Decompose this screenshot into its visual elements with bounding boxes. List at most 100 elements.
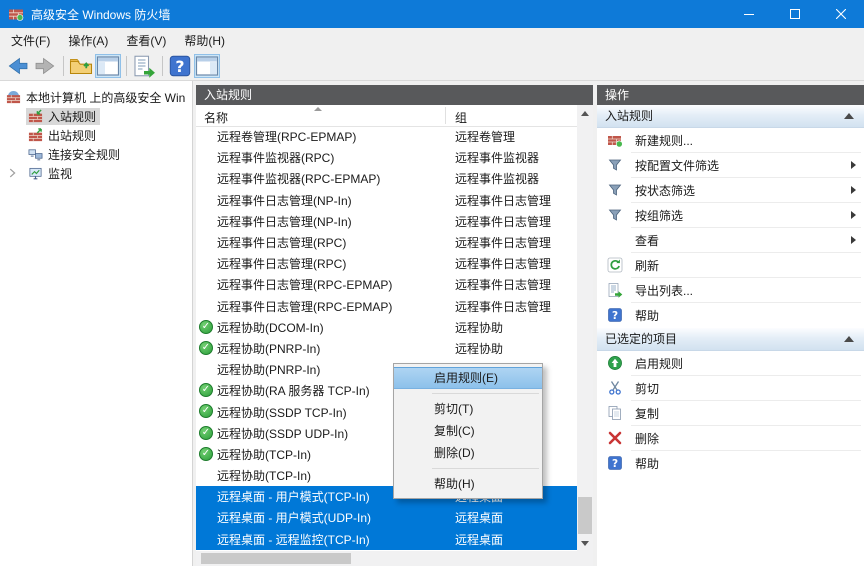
context-menu-item[interactable]: 复制(C) (394, 420, 542, 442)
back-button[interactable] (5, 54, 31, 78)
column-header-name[interactable]: 名称 (204, 109, 228, 126)
column-divider[interactable] (445, 107, 446, 124)
minimize-button[interactable] (726, 0, 772, 28)
menubar: 文件(F)操作(A)查看(V)帮助(H) (0, 28, 864, 52)
action-item[interactable]: 启用规则 (597, 351, 864, 376)
collapse-up-icon[interactable] (844, 113, 854, 119)
show-action-pane-button[interactable] (194, 54, 220, 78)
action-item[interactable]: 按配置文件筛选 (597, 153, 864, 178)
firewall-window: 高级安全 Windows 防火墙 文件(F)操作(A)查看(V)帮助(H) ? … (0, 0, 864, 566)
action-item[interactable]: 新建规则... (597, 128, 864, 153)
table-row[interactable]: 远程事件日志管理(NP-In)远程事件日志管理 (196, 211, 577, 232)
table-row[interactable]: 远程事件日志管理(RPC-EPMAP)远程事件日志管理 (196, 274, 577, 295)
actions-panel-title: 操作 (597, 85, 864, 105)
connection-security-icon (28, 147, 43, 162)
action-item[interactable]: 刷新 (597, 253, 864, 278)
tree-item-label: 出站规则 (48, 127, 96, 144)
cut-icon (607, 380, 623, 396)
tree-item-root[interactable]: 本地计算机 上的高级安全 Win (0, 88, 192, 107)
tree-item-inbound-rules[interactable]: 入站规则 (0, 107, 192, 126)
svg-text:?: ? (612, 458, 618, 470)
table-row[interactable]: 远程桌面 - 远程监控(TCP-In)远程桌面 (196, 529, 577, 550)
table-row[interactable]: 远程卷管理(RPC-EPMAP)远程卷管理 (196, 126, 577, 147)
table-row[interactable]: ✓远程协助(PNRP-In)远程协助 (196, 338, 577, 359)
copy-icon (607, 405, 623, 421)
action-item-label: 删除 (635, 430, 659, 447)
expander-chevron-icon[interactable] (5, 166, 19, 180)
action-item-label: 刷新 (635, 257, 659, 274)
table-row[interactable]: 远程事件监视器(RPC)远程事件监视器 (196, 147, 577, 168)
rule-name: 远程桌面 - 用户模式(UDP-In) (217, 509, 371, 526)
context-menu-item[interactable]: 剪切(T) (394, 398, 542, 420)
rule-enabled-check-icon: ✓ (199, 383, 213, 397)
table-row[interactable]: 远程事件日志管理(NP-In)远程事件日志管理 (196, 190, 577, 211)
menu-help[interactable]: 帮助(H) (175, 29, 234, 52)
table-row[interactable]: 远程事件日志管理(RPC-EPMAP)远程事件日志管理 (196, 296, 577, 317)
help-icon: ? (168, 54, 192, 78)
rule-name: 远程事件监视器(RPC) (217, 149, 334, 166)
export-list-button[interactable] (131, 54, 157, 78)
collapse-up-icon[interactable] (844, 336, 854, 342)
actions-section-header-inbound-rules[interactable]: 入站规则 (597, 105, 864, 128)
rule-group: 远程事件日志管理 (455, 255, 551, 272)
table-row[interactable]: ✓远程协助(DCOM-In)远程协助 (196, 317, 577, 338)
vertical-scroll-thumb[interactable] (578, 497, 592, 534)
inbound-rules-icon (28, 109, 43, 124)
filter-icon (607, 182, 623, 198)
maximize-button[interactable] (772, 0, 818, 28)
rule-name: 远程事件日志管理(RPC-EPMAP) (217, 276, 392, 293)
context-menu-item[interactable]: 启用规则(E) (394, 367, 542, 389)
action-item[interactable]: 查看 (597, 228, 864, 253)
action-item[interactable]: 剪切 (597, 376, 864, 401)
menu-separator (432, 393, 539, 394)
table-row[interactable]: 远程事件日志管理(RPC)远程事件日志管理 (196, 232, 577, 253)
tree-item-connection-security[interactable]: 连接安全规则 (0, 145, 192, 164)
up-one-level-button[interactable] (68, 54, 94, 78)
action-item-label: 按组筛选 (635, 207, 683, 224)
action-item[interactable]: 按状态筛选 (597, 178, 864, 203)
action-item[interactable]: 删除 (597, 426, 864, 451)
context-menu-item[interactable]: 帮助(H) (394, 473, 542, 495)
close-button[interactable] (818, 0, 864, 28)
rule-group: 远程协助 (455, 319, 503, 336)
actions-section-header-selected-items[interactable]: 已选定的项目 (597, 328, 864, 351)
table-row[interactable]: 远程事件监视器(RPC-EPMAP)远程事件监视器 (196, 168, 577, 189)
help-button[interactable]: ? (167, 54, 193, 78)
action-item[interactable]: 按组筛选 (597, 203, 864, 228)
context-menu-item[interactable]: 删除(D) (394, 442, 542, 464)
submenu-arrow-icon (851, 161, 856, 169)
horizontal-scroll-thumb[interactable] (201, 553, 351, 564)
menu-file[interactable]: 文件(F) (2, 29, 59, 52)
scroll-up-icon[interactable] (577, 105, 593, 121)
help-icon: ? (607, 455, 623, 471)
show-console-tree-button[interactable] (95, 54, 121, 78)
horizontal-scrollbar[interactable] (196, 551, 593, 566)
menu-view[interactable]: 查看(V) (117, 29, 175, 52)
svg-text:?: ? (612, 310, 618, 322)
action-item[interactable]: 导出列表... (597, 278, 864, 303)
table-row[interactable]: 远程事件日志管理(RPC)远程事件日志管理 (196, 253, 577, 274)
action-item[interactable]: ?帮助 (597, 303, 864, 328)
action-item[interactable]: ?帮助 (597, 451, 864, 476)
outbound-rules-icon (28, 128, 43, 143)
action-item[interactable]: 复制 (597, 401, 864, 426)
firewall-root-icon (6, 90, 21, 105)
column-header-group[interactable]: 组 (455, 109, 467, 126)
tree-item-body: 监视 (26, 165, 76, 182)
action-pane-icon (195, 54, 219, 78)
actions-panel: 操作 入站规则新建规则...按配置文件筛选按状态筛选按组筛选查看刷新导出列表..… (597, 85, 864, 566)
menu-action[interactable]: 操作(A) (59, 29, 117, 52)
rule-name: 远程协助(TCP-In) (217, 467, 311, 484)
rule-name: 远程事件日志管理(RPC-EPMAP) (217, 298, 392, 315)
rule-name: 远程事件日志管理(NP-In) (217, 213, 352, 230)
forward-button[interactable] (32, 54, 58, 78)
tree-item-body: 出站规则 (26, 127, 100, 144)
table-row[interactable]: 远程桌面 - 用户模式(UDP-In)远程桌面 (196, 507, 577, 528)
tree-item-body: 本地计算机 上的高级安全 Win (4, 89, 189, 106)
tree-item-outbound-rules[interactable]: 出站规则 (0, 126, 192, 145)
vertical-scrollbar[interactable] (577, 105, 593, 551)
tree-item-monitoring[interactable]: 监视 (0, 164, 192, 183)
context-menu: 启用规则(E) 剪切(T)复制(C)删除(D) 帮助(H) (393, 363, 543, 499)
scroll-down-icon[interactable] (577, 535, 593, 551)
filter-icon (607, 157, 623, 173)
